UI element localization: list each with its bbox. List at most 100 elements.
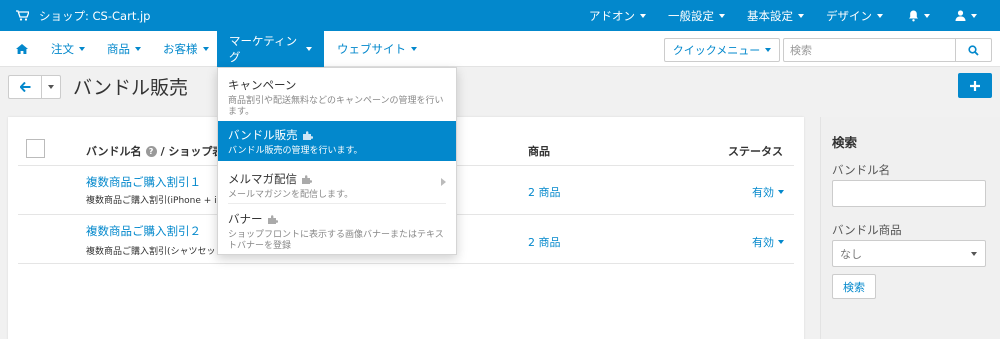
- nav-marketing-label: マーケティング: [229, 34, 298, 64]
- header-bundle-name[interactable]: バンドル名 ? / ショップ表: [86, 143, 223, 159]
- menu-addons-label: アドオン: [589, 8, 635, 23]
- status-label: 有効: [752, 186, 774, 199]
- bundle-product-select[interactable]: なし: [832, 240, 986, 267]
- sidebar-title: 検索: [832, 135, 858, 150]
- global-search-input[interactable]: [783, 38, 956, 62]
- bundle-products-link[interactable]: 2 商品: [528, 234, 561, 250]
- bundle-name-input[interactable]: [832, 180, 986, 207]
- header-bundle-name-label: バンドル名: [86, 145, 142, 158]
- caret-down-icon: [306, 47, 312, 51]
- bundle-product-label: バンドル商品: [832, 223, 902, 237]
- nav-orders-label: 注文: [51, 42, 74, 56]
- header-status[interactable]: ステータス: [728, 143, 783, 159]
- nav-customers-label: お客様: [163, 42, 198, 56]
- menu-divider: [228, 203, 446, 204]
- page-title: バンドル販売: [73, 77, 188, 99]
- nav-customers[interactable]: お客様: [163, 31, 209, 67]
- plus-icon: [970, 80, 980, 91]
- nav-home[interactable]: [16, 31, 28, 67]
- nav-orders[interactable]: 注文: [51, 31, 85, 67]
- caret-down-icon: [48, 85, 54, 89]
- bundle-product-value: なし: [840, 247, 862, 261]
- caret-down-icon: [971, 13, 977, 18]
- menu-item-bundle-sales-desc: バンドル販売の管理を行います。: [228, 146, 363, 156]
- bundle-name-label: バンドル名: [832, 163, 891, 177]
- status-dropdown[interactable]: 有効: [752, 234, 784, 250]
- addon-puzzle-icon: [302, 174, 312, 184]
- menu-item-banners-title: バナー: [228, 212, 263, 226]
- bundle-name-link[interactable]: 複数商品ご購入割引１: [86, 174, 201, 190]
- menu-design[interactable]: デザイン: [815, 0, 894, 31]
- header-products[interactable]: 商品: [528, 143, 550, 159]
- bundle-products-link[interactable]: 2 商品: [528, 184, 561, 200]
- back-button[interactable]: [8, 75, 42, 99]
- nav-website[interactable]: ウェブサイト: [337, 31, 417, 67]
- status-dropdown[interactable]: 有効: [752, 184, 784, 200]
- divider: [18, 263, 794, 264]
- menu-item-newsletters-title: メルマガ配信: [228, 172, 297, 186]
- bell-icon: [909, 10, 918, 21]
- caret-down-icon: [924, 13, 930, 18]
- menu-item-banners-desc-cont: トバナーを登録: [228, 241, 292, 251]
- nav-products[interactable]: 商品: [107, 31, 141, 67]
- notifications-menu[interactable]: [894, 0, 944, 31]
- main-nav: 注文 商品 お客様 マーケティング ウェブサイト クイックメニュー: [0, 31, 1000, 67]
- arrow-left-icon: [19, 82, 30, 92]
- nav-products-label: 商品: [107, 42, 130, 56]
- store-label: ショップ: CS-Cart.jp: [39, 8, 151, 23]
- global-search-button[interactable]: [955, 38, 992, 62]
- select-all-checkbox[interactable]: [26, 139, 45, 158]
- caret-down-icon: [877, 13, 883, 18]
- back-dropdown-button[interactable]: [41, 75, 61, 99]
- menu-item-campaigns-title: キャンペーン: [228, 78, 297, 92]
- user-icon: [955, 10, 966, 21]
- caret-down-icon: [778, 240, 784, 244]
- menu-general-settings[interactable]: 一般設定: [657, 0, 736, 31]
- help-icon[interactable]: ?: [145, 145, 157, 157]
- quick-menu-label: クイックメニュー: [672, 44, 761, 57]
- menu-item-bundle-sales-title: バンドル販売: [228, 128, 298, 142]
- search-icon: [968, 44, 979, 56]
- nav-marketing[interactable]: マーケティング: [217, 31, 324, 67]
- caret-down-icon: [765, 48, 772, 52]
- addon-puzzle-icon: [302, 130, 313, 140]
- caret-down-icon: [778, 190, 784, 194]
- nav-website-label: ウェブサイト: [337, 42, 406, 56]
- sidebar-search-button[interactable]: 検索: [832, 274, 876, 299]
- caret-down-icon: [135, 47, 141, 51]
- caret-down-icon: [971, 252, 977, 256]
- menu-item-bundle-sales[interactable]: バンドル販売 バンドル販売の管理を行います。: [218, 121, 456, 161]
- menu-item-banners[interactable]: バナー ショップフロントに表示する画像バナーまたはテキス トバナーを登録: [218, 208, 456, 252]
- store-selector[interactable]: ショップ: CS-Cart.jp: [16, 0, 150, 31]
- menu-basic-settings[interactable]: 基本設定: [736, 0, 815, 31]
- menu-general-settings-label: 一般設定: [668, 8, 714, 23]
- user-menu[interactable]: [944, 0, 988, 31]
- menu-item-newsletters[interactable]: メルマガ配信 メールマガジンを配信します。: [218, 167, 456, 201]
- top-bar: ショップ: CS-Cart.jp アドオン 一般設定 基本設定 デザイン: [0, 0, 1000, 31]
- quick-menu-button[interactable]: クイックメニュー: [664, 38, 780, 62]
- home-icon: [16, 44, 28, 54]
- menu-basic-settings-label: 基本設定: [747, 8, 793, 23]
- addon-puzzle-icon: [267, 214, 278, 224]
- menu-item-newsletters-desc: メールマガジンを配信します。: [228, 190, 354, 200]
- bundle-description: 複数商品ご購入割引(シャツセット: [86, 247, 225, 257]
- menu-item-campaigns-desc-cont: ます。: [228, 107, 255, 117]
- search-sidebar: 検索 バンドル名 バンドル商品 なし 検索: [820, 117, 1000, 339]
- marketing-dropdown-menu: キャンペーン 商品割引や配送無料などのキャンペーンの管理を行い ます。 バンドル販…: [217, 67, 457, 255]
- status-label: 有効: [752, 236, 774, 249]
- menu-item-campaigns-desc: 商品割引や配送無料などのキャンペーンの管理を行い: [228, 96, 444, 106]
- header-shop-label: / ショップ表: [160, 145, 224, 158]
- caret-down-icon: [719, 13, 725, 18]
- chevron-right-icon: [441, 178, 446, 186]
- menu-item-banners-desc: ショップフロントに表示する画像バナーまたはテキス: [228, 230, 444, 240]
- caret-down-icon: [79, 47, 85, 51]
- caret-down-icon: [798, 13, 804, 18]
- caret-down-icon: [411, 47, 417, 51]
- add-bundle-button[interactable]: [958, 73, 992, 98]
- sidebar-search-button-label: 検索: [843, 280, 865, 294]
- bundle-name-link[interactable]: 複数商品ご購入割引２: [86, 223, 201, 239]
- cart-icon: [16, 10, 29, 21]
- menu-item-campaigns[interactable]: キャンペーン 商品割引や配送無料などのキャンペーンの管理を行い ます。: [218, 74, 456, 118]
- menu-addons[interactable]: アドオン: [578, 0, 657, 31]
- caret-down-icon: [640, 13, 646, 18]
